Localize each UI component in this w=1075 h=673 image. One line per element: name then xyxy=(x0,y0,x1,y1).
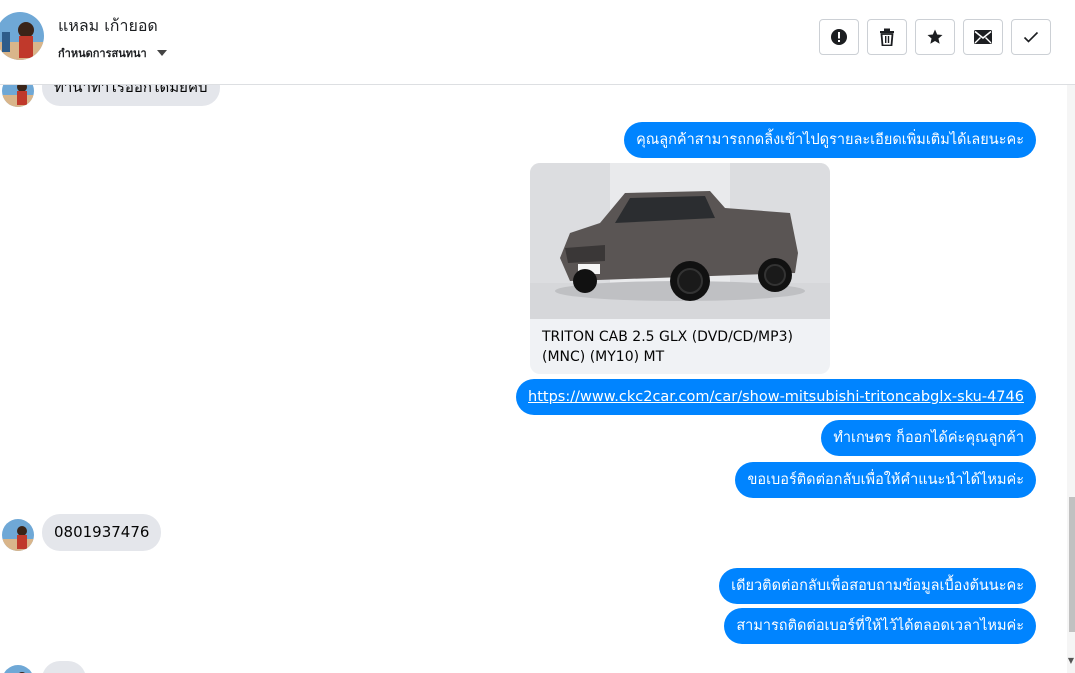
incoming-message-partial xyxy=(42,661,86,673)
trash-icon xyxy=(880,28,894,46)
report-icon xyxy=(831,29,847,45)
product-card[interactable]: TRITON CAB 2.5 GLX (DVD/CD/MP3) (MNC) (M… xyxy=(530,163,830,374)
product-card-title[interactable]: TRITON CAB 2.5 GLX (DVD/CD/MP3) (MNC) (M… xyxy=(542,327,822,367)
outgoing-message: คุณลูกค้าสามารถกดลิ้งเข้าไปดูรายละเอียดเ… xyxy=(624,122,1036,158)
sender-photo xyxy=(2,85,34,107)
delete-button[interactable] xyxy=(867,19,907,55)
contact-avatar[interactable] xyxy=(0,12,44,60)
sender-avatar xyxy=(2,519,34,551)
outgoing-link-message: https://www.ckc2car.com/car/show-mitsubi… xyxy=(516,379,1036,415)
report-button[interactable] xyxy=(819,19,859,55)
product-image xyxy=(530,163,830,319)
product-link[interactable]: https://www.ckc2car.com/car/show-mitsubi… xyxy=(528,389,1024,405)
done-button[interactable] xyxy=(1011,19,1051,55)
contact-photo xyxy=(0,12,44,60)
conversation-actions-dropdown[interactable]: กำหนดการสนทนา xyxy=(58,44,167,62)
incoming-message: ทำนาทำไรออกได้มั้ยคับ xyxy=(42,85,220,106)
pickup-truck-image xyxy=(530,163,830,319)
envelope-icon xyxy=(974,30,992,44)
contact-name[interactable]: แหลม เก้ายอด xyxy=(58,14,158,39)
outgoing-message: สามารถติดต่อเบอร์ที่ให้ไว้ได้ตลอดเวลาไหม… xyxy=(724,608,1036,644)
scrollbar-thumb[interactable] xyxy=(1069,497,1075,632)
sender-photo xyxy=(2,519,34,551)
conversation-actions-label: กำหนดการสนทนา xyxy=(58,47,147,60)
incoming-phone-message: 0801937476 xyxy=(42,514,162,551)
star-icon xyxy=(927,29,943,44)
outgoing-message: ทำเกษตร ก็ออกได้ค่ะคุณลูกค้า xyxy=(821,420,1036,456)
checkmark-icon xyxy=(1023,31,1039,43)
outgoing-message: ขอเบอร์ติดต่อกลับเพื่อให้คำแนะนำได้ไหมค่… xyxy=(735,462,1036,498)
conversation-header: แหลม เก้ายอด กำหนดการสนทนา xyxy=(0,0,1075,85)
sender-avatar xyxy=(2,665,34,673)
sender-photo xyxy=(2,665,34,673)
scroll-down-arrow-icon[interactable]: ▼ xyxy=(1068,656,1074,665)
star-button[interactable] xyxy=(915,19,955,55)
message-thread[interactable]: ทำนาทำไรออกได้มั้ยคับ คุณลูกค้าสามารถกดล… xyxy=(0,85,1075,673)
mark-unread-button[interactable] xyxy=(963,19,1003,55)
sender-avatar xyxy=(2,85,34,107)
outgoing-message: เดียวติดต่อกลับเพื่อสอบถามข้อมูลเบื้องต้… xyxy=(719,568,1036,604)
caret-down-icon xyxy=(156,50,167,56)
